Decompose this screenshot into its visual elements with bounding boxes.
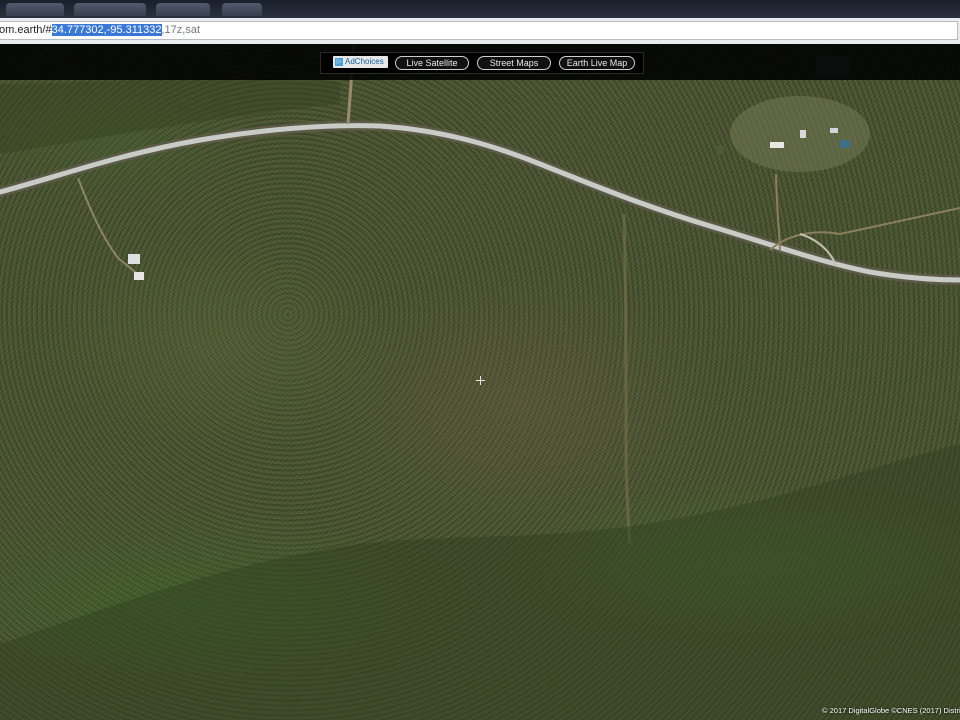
street-maps-button[interactable]: Street Maps (477, 56, 551, 70)
live-satellite-button[interactable]: Live Satellite (395, 56, 469, 70)
building (716, 146, 724, 154)
browser-tab[interactable] (74, 3, 146, 16)
browser-tab[interactable] (156, 3, 210, 16)
url-input[interactable]: om.earth/#34.777302,-95.311332,17z,sat (0, 21, 958, 40)
building (800, 130, 806, 138)
browser-address-bar: om.earth/#34.777302,-95.311332,17z,sat (0, 18, 960, 45)
building (128, 254, 140, 264)
building (134, 272, 144, 280)
power-line-cut (622, 213, 632, 545)
url-suffix: ,17z,sat (161, 24, 201, 36)
dark-forest-band (0, 444, 960, 720)
browser-tab[interactable] (222, 3, 262, 16)
earth-live-map-button[interactable]: Earth Live Map (559, 56, 635, 70)
adchoices-icon: ▷ (335, 58, 343, 66)
building (770, 142, 784, 148)
browser-tab-strip (0, 0, 960, 18)
driveway (769, 207, 960, 251)
adchoices-label: AdChoices (345, 57, 384, 66)
crosshair-icon (476, 376, 485, 385)
browser-tab[interactable] (6, 3, 64, 16)
map-attribution: © 2017 DigitalGlobe ©CNES (2017) Distri (822, 706, 960, 715)
url-selected-coordinates: 34.777302,-95.311332 (51, 24, 162, 36)
adchoices-link[interactable]: ▷ AdChoices (333, 56, 388, 68)
building (830, 128, 838, 133)
url-prefix: om.earth/# (0, 24, 52, 36)
building (840, 140, 850, 148)
driveway (775, 173, 781, 251)
